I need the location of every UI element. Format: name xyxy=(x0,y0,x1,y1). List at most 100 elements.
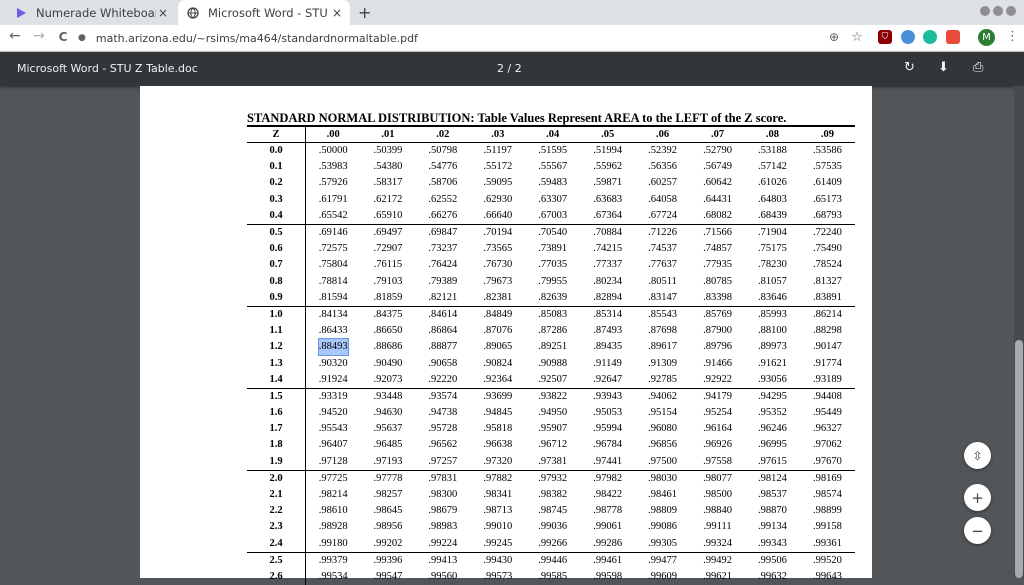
probability-cell: .91309 xyxy=(635,355,690,371)
cell-value: .81859 xyxy=(373,291,403,303)
probability-cell: .99180 xyxy=(305,535,361,553)
cell-value: .87076 xyxy=(483,325,513,337)
profile-avatar[interactable]: M xyxy=(978,29,995,46)
probability-cell: .95637 xyxy=(360,421,415,437)
cell-value: .95154 xyxy=(648,407,678,419)
cell-value: .64803 xyxy=(758,193,787,205)
menu-icon[interactable]: ⋮ xyxy=(1006,29,1019,44)
zoom-in-button[interactable]: + xyxy=(964,484,991,511)
cell-value: .85083 xyxy=(538,308,568,320)
cell-value: .51595 xyxy=(538,145,568,157)
cell-value: .74857 xyxy=(703,243,732,255)
cell-value: .78814 xyxy=(318,275,348,287)
tab-numerade-whiteboard[interactable]: Numerade Whiteboard × xyxy=(6,0,176,25)
cell-value: .81594 xyxy=(318,291,348,303)
reload-button[interactable]: C xyxy=(54,30,72,44)
forward-button[interactable]: → xyxy=(30,28,48,44)
table-row: 1.7 .95543 .95637 .95728 .95818 .95907 .95994.… xyxy=(247,421,855,438)
scrollbar-thumb[interactable] xyxy=(1015,340,1023,578)
probability-cell: .99266 xyxy=(525,535,581,553)
cell-value: .86864 xyxy=(428,325,458,337)
probability-cell: .89065 xyxy=(470,339,525,355)
probability-cell: .74215 xyxy=(580,241,635,257)
ublock-icon[interactable]: ⛉ xyxy=(878,30,892,44)
download-icon[interactable]: ⬇ xyxy=(938,60,949,75)
cell-value: .76730 xyxy=(483,259,513,271)
cell-value: .65173 xyxy=(813,193,842,205)
cell-value: .85993 xyxy=(758,308,787,320)
cell-value: .91621 xyxy=(758,357,787,369)
probability-cell: .99286 xyxy=(580,535,636,553)
table-row: 1.9 .97128 .97193 .97257 .97320 .97381 .97441.… xyxy=(247,453,855,471)
zoom-icon[interactable]: ⊕ xyxy=(827,30,841,44)
cell-value: .61409 xyxy=(813,177,842,189)
ext-icon[interactable] xyxy=(946,30,960,44)
probability-cell: .59871 xyxy=(580,175,635,191)
probability-cell: .88493 xyxy=(306,338,361,357)
cell-value: .74537 xyxy=(648,243,678,255)
cell-value: .83891 xyxy=(813,291,842,303)
probability-cell: .99134 xyxy=(745,519,800,535)
minimize-button[interactable] xyxy=(980,6,990,16)
cell-value: .87900 xyxy=(703,325,732,337)
cell-value: .88298 xyxy=(813,325,842,337)
cell-value: .54380 xyxy=(373,161,403,173)
new-tab-button[interactable]: + xyxy=(358,3,371,22)
probability-cell: .92220 xyxy=(415,371,471,389)
page-indicator: 2 / 2 xyxy=(497,62,522,75)
probability-cell: .67003 xyxy=(525,207,581,225)
info-icon[interactable]: ● xyxy=(78,33,86,43)
highlighted-cell-value: .88493 xyxy=(317,338,349,357)
probability-cell: .92364 xyxy=(470,371,526,389)
cell-value: .79955 xyxy=(538,275,568,287)
cell-value: .99286 xyxy=(593,537,623,549)
tab-close-button[interactable]: × xyxy=(330,6,344,20)
ext-icon[interactable] xyxy=(901,30,915,44)
probability-cell: .79673 xyxy=(470,274,525,290)
tab-title: Numerade Whiteboard xyxy=(36,5,156,20)
back-button[interactable]: ← xyxy=(6,28,24,44)
cell-value: .89251 xyxy=(538,341,568,353)
probability-cell: .65542 xyxy=(305,207,361,225)
probability-cell: .96562 xyxy=(415,437,470,453)
probability-cell: .94520 xyxy=(306,405,361,421)
cell-value: .96638 xyxy=(483,439,513,451)
fit-page-button[interactable]: ⇳ xyxy=(964,442,991,469)
table-row: 2.4 .99180 .99202 .99224 .99245 .99266 .99286.… xyxy=(247,535,855,553)
probability-cell: .98169 xyxy=(800,470,855,487)
probability-cell: .97320 xyxy=(470,453,526,471)
probability-cell: .95543 xyxy=(306,421,361,437)
probability-cell: .55172 xyxy=(470,159,525,175)
window-controls xyxy=(980,6,1016,16)
maximize-button[interactable] xyxy=(993,6,1003,16)
ext-icon[interactable] xyxy=(923,30,937,44)
probability-cell: .99492 xyxy=(690,552,745,569)
probability-cell: .84134 xyxy=(306,306,361,323)
tab-standard-normal-table[interactable]: Microsoft Word - STU Z Ta × xyxy=(178,0,350,25)
address-bar[interactable]: ● math.arizona.edu/~rsims/ma464/standard… xyxy=(78,27,868,49)
probability-cell: .77935 xyxy=(690,257,745,273)
zoom-out-button[interactable]: − xyxy=(964,517,991,544)
cell-value: .85543 xyxy=(648,308,678,320)
rotate-icon[interactable]: ↻ xyxy=(904,60,915,75)
tab-close-button[interactable]: × xyxy=(156,6,170,20)
cell-value: .98422 xyxy=(593,489,623,501)
z-score-cell: 2.4 xyxy=(247,535,306,553)
cell-value: .64431 xyxy=(703,193,732,205)
cell-value: .65910 xyxy=(373,209,403,221)
probability-cell: .93699 xyxy=(470,388,525,405)
cell-value: .67364 xyxy=(593,209,623,221)
probability-cell: .62552 xyxy=(415,192,470,208)
cell-value: .70194 xyxy=(483,227,513,239)
column-header: .04 xyxy=(546,129,560,140)
close-window-button[interactable] xyxy=(1006,6,1016,16)
print-icon[interactable]: ⎙ xyxy=(973,60,983,75)
cell-value: .98214 xyxy=(318,489,348,501)
star-icon[interactable]: ☆ xyxy=(850,30,864,45)
probability-cell: .70194 xyxy=(470,224,525,241)
cell-value: .99643 xyxy=(813,570,842,582)
cell-value: .99632 xyxy=(758,570,787,582)
column-header: .05 xyxy=(601,129,615,140)
cell-value: .72240 xyxy=(813,227,842,239)
probability-cell: .52790 xyxy=(690,143,745,160)
